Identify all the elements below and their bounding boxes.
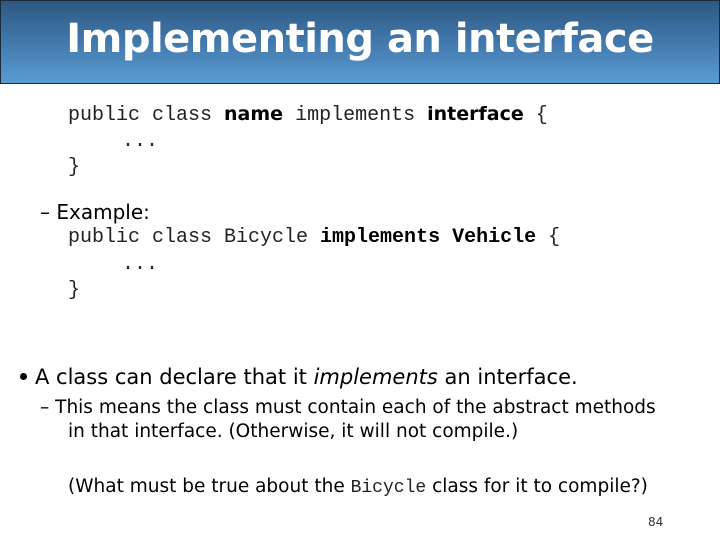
title-bar: Implementing an interface: [0, 0, 720, 84]
dash-bullet: –: [40, 200, 50, 224]
question-text: (What must be true about the: [68, 476, 351, 497]
dash-bullet: –: [40, 397, 50, 418]
sub-bullet-line-2: in that interface. (Otherwise, it will n…: [68, 421, 519, 442]
code-keywords: public class: [68, 104, 225, 127]
sub-bullet-line-1: – This means the class must contain each…: [40, 397, 656, 418]
bullet-point: A class can declare that it implements a…: [20, 365, 578, 389]
example-line-3: }: [68, 279, 81, 302]
bullet-text-end: an interface.: [437, 365, 578, 389]
code-vehicle-bold: Vehicle: [452, 226, 537, 249]
question-text-end: class for it to compile?): [426, 476, 648, 497]
page-number: 84: [648, 515, 664, 529]
example-line-2: ...: [122, 253, 159, 276]
syntax-line-1: public class name implements interface {: [68, 103, 548, 127]
code-interface-placeholder: interface: [427, 103, 524, 125]
example-label: Example:: [56, 200, 150, 224]
code-brace: {: [536, 226, 561, 249]
example-line-1: public class Bicycle implements Vehicle …: [68, 226, 560, 249]
example-heading: – Example:: [40, 200, 150, 224]
code-implements: implements: [283, 104, 428, 127]
code-keywords: public class Bicycle: [68, 226, 321, 249]
syntax-line-2: ...: [122, 130, 159, 153]
code-name-placeholder: name: [224, 103, 284, 125]
sub-bullet-text: This means the class must contain each o…: [55, 397, 656, 418]
code-implements-bold: implements: [320, 226, 441, 249]
syntax-line-3: }: [68, 156, 81, 179]
bullet-italic: implements: [313, 365, 438, 389]
question-code: Bicycle: [350, 478, 427, 498]
question: (What must be true about the Bicycle cla…: [68, 476, 648, 498]
bullet-dot-icon: [20, 372, 27, 380]
slide-title: Implementing an interface: [66, 16, 654, 62]
bullet-text: A class can declare that it: [35, 365, 314, 389]
code-brace: {: [523, 104, 548, 127]
